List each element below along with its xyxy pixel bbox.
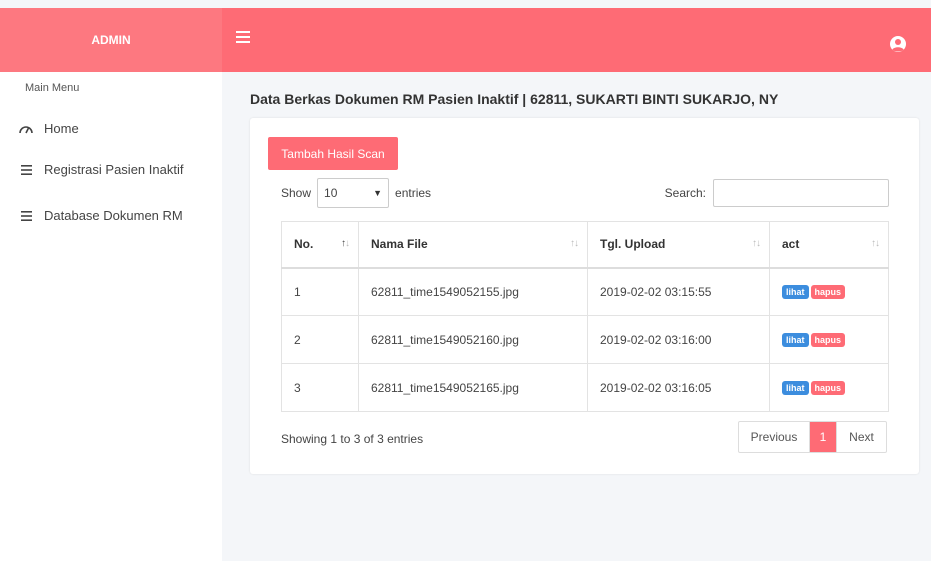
cell-actions: lihat hapus xyxy=(769,315,889,364)
sidebar-item-label: Registrasi Pasien Inaktif xyxy=(44,162,184,177)
sidebar-item-home[interactable]: Home xyxy=(18,121,79,136)
cell-file: 62811_time1549052155.jpg xyxy=(358,267,588,316)
page-title: Data Berkas Dokumen RM Pasien Inaktif | … xyxy=(250,91,779,107)
column-header-no[interactable]: No. ↑↓ xyxy=(281,221,359,269)
search-label: Search: xyxy=(664,186,706,200)
sidebar-item-label: Database Dokumen RM xyxy=(44,208,183,223)
page-1-button[interactable]: 1 xyxy=(810,422,836,452)
sort-icon: ↑↓ xyxy=(570,238,579,249)
table-row: 2 62811_time1549052160.jpg 2019-02-02 03… xyxy=(281,315,889,364)
add-scan-button[interactable]: Tambah Hasil Scan xyxy=(268,137,398,170)
sidebar-item-database[interactable]: Database Dokumen RM xyxy=(18,208,183,223)
cell-date: 2019-02-02 03:16:05 xyxy=(587,363,770,412)
brand-logo[interactable]: ADMIN xyxy=(0,8,222,72)
cell-no: 2 xyxy=(281,315,359,364)
cell-actions: lihat hapus xyxy=(769,363,889,412)
search-input[interactable] xyxy=(713,179,889,207)
table-info: Showing 1 to 3 of 3 entries xyxy=(281,432,424,446)
dashboard-gauge-icon xyxy=(18,124,34,134)
delete-button[interactable]: hapus xyxy=(810,333,846,347)
sidebar: Main Menu Home Registrasi Pasien Inaktif… xyxy=(0,72,222,561)
entries-select-value: 10 xyxy=(324,186,338,200)
previous-page-button[interactable]: Previous xyxy=(739,422,810,452)
delete-button[interactable]: hapus xyxy=(810,285,846,300)
entries-select[interactable]: 10 ▼ xyxy=(317,178,390,208)
cell-date: 2019-02-02 03:16:00 xyxy=(587,315,770,364)
sidebar-item-label: Home xyxy=(44,121,79,136)
entries-label: entries xyxy=(395,186,432,200)
data-card: Tambah Hasil Scan Show 10 ▼ entries Sear… xyxy=(250,118,919,474)
pagination: Previous 1 Next xyxy=(738,421,887,453)
column-header-file[interactable]: Nama File ↑↓ xyxy=(358,221,588,269)
search-control: Search: xyxy=(665,179,889,207)
cell-date: 2019-02-02 03:15:55 xyxy=(587,267,770,316)
top-navbar: ADMIN xyxy=(0,8,931,72)
cell-actions: lihat hapus xyxy=(769,267,889,316)
hamburger-icon[interactable] xyxy=(236,31,250,43)
cell-file: 62811_time1549052165.jpg xyxy=(358,363,588,412)
view-button[interactable]: lihat xyxy=(782,333,809,347)
next-page-button[interactable]: Next xyxy=(836,422,886,452)
table-row: 3 62811_time1549052165.jpg 2019-02-02 03… xyxy=(281,363,889,412)
show-label: Show xyxy=(281,186,312,200)
sort-icon: ↑↓ xyxy=(341,238,350,249)
view-button[interactable]: lihat xyxy=(782,381,809,395)
column-header-date[interactable]: Tgl. Upload ↑↓ xyxy=(587,221,770,269)
caret-down-icon: ▼ xyxy=(373,188,383,198)
sidebar-item-registrasi[interactable]: Registrasi Pasien Inaktif xyxy=(18,162,183,177)
user-circle-icon[interactable] xyxy=(889,35,907,53)
files-table: No. ↑↓ Nama File ↑↓ Tgl. Upload ↑↓ act ↑↓ 1 … xyxy=(281,221,889,412)
sort-icon: ↑↓ xyxy=(871,238,880,249)
table-row: 1 62811_time1549052155.jpg 2019-02-02 03… xyxy=(281,267,889,316)
cell-no: 1 xyxy=(281,267,359,316)
cell-file: 62811_time1549052160.jpg xyxy=(358,315,588,364)
entries-length-control: Show 10 ▼ entries xyxy=(281,178,431,208)
list-icon xyxy=(18,164,34,175)
sidebar-section-title: Main Menu xyxy=(25,82,80,94)
column-header-act[interactable]: act ↑↓ xyxy=(769,221,889,269)
sort-icon: ↑↓ xyxy=(752,238,761,249)
view-button[interactable]: lihat xyxy=(782,285,809,300)
list-icon xyxy=(18,210,34,221)
delete-button[interactable]: hapus xyxy=(810,381,846,395)
cell-no: 3 xyxy=(281,363,359,412)
